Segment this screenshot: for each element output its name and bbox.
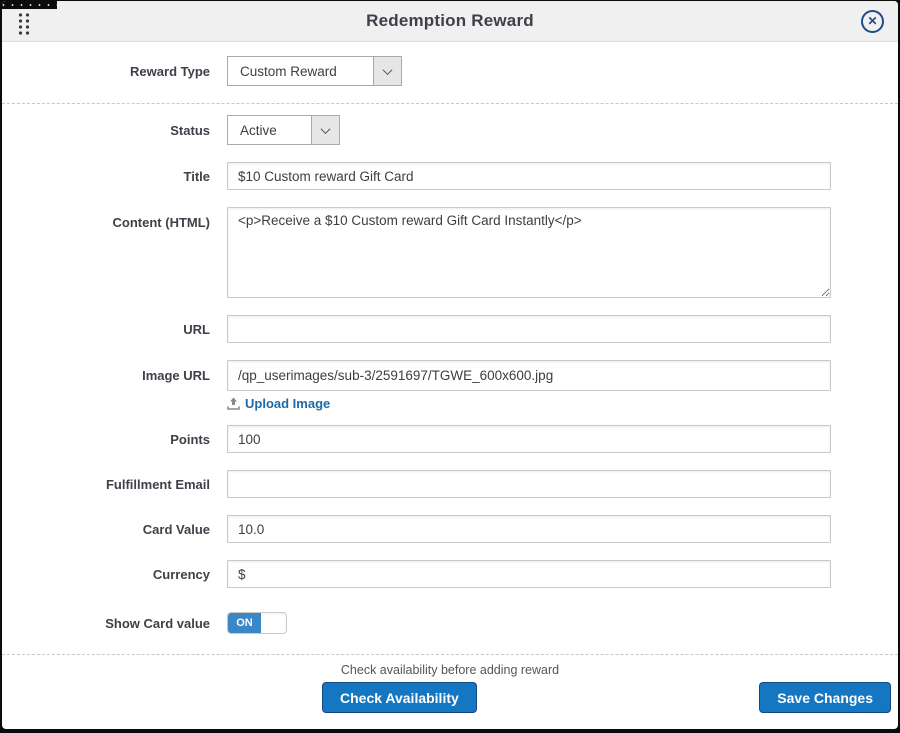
modal-footer: Check availability before adding reward … [2, 654, 898, 726]
title-input[interactable] [227, 162, 831, 190]
fulfillment-email-input[interactable] [227, 470, 831, 498]
status-label: Status [2, 123, 210, 138]
chevron-down-icon [311, 116, 339, 144]
currency-input[interactable] [227, 560, 831, 588]
content-html-label: Content (HTML) [2, 215, 210, 230]
chevron-down-icon [373, 57, 401, 85]
modal-title: Redemption Reward [366, 11, 534, 31]
card-value-input[interactable] [227, 515, 831, 543]
status-select[interactable]: Active [227, 115, 340, 145]
currency-label: Currency [2, 567, 210, 582]
points-row: Points [2, 425, 898, 453]
modal-body: Reward Type Custom Reward Status Active … [2, 42, 898, 634]
reward-type-label: Reward Type [2, 64, 210, 79]
reward-type-value: Custom Reward [228, 57, 373, 85]
image-url-row: Image URL [2, 360, 898, 391]
upload-image-row: Upload Image [227, 396, 898, 411]
show-card-value-label: Show Card value [2, 616, 210, 631]
upload-image-link[interactable]: Upload Image [245, 396, 330, 411]
reward-type-select[interactable]: Custom Reward [227, 56, 402, 86]
points-input[interactable] [227, 425, 831, 453]
fulfillment-email-label: Fulfillment Email [2, 477, 210, 492]
section-divider-top [2, 103, 898, 104]
footer-note: Check availability before adding reward [2, 663, 898, 677]
points-label: Points [2, 432, 210, 447]
drag-handle-icon[interactable] [17, 12, 30, 35]
modal-header: Redemption Reward ✕ [2, 1, 898, 42]
content-html-textarea[interactable]: <p>Receive a $10 Custom reward Gift Card… [227, 207, 831, 298]
check-availability-button[interactable]: Check Availability [322, 682, 477, 713]
close-icon[interactable]: ✕ [861, 10, 884, 33]
toggle-on-state: ON [228, 613, 261, 633]
redemption-reward-modal: Redemption Reward ✕ Reward Type Custom R… [2, 1, 898, 729]
currency-row: Currency [2, 560, 898, 588]
upload-icon [227, 397, 240, 410]
url-input[interactable] [227, 315, 831, 343]
backdrop-notch [2, 1, 57, 9]
status-value: Active [228, 116, 311, 144]
show-card-value-toggle[interactable]: ON [227, 612, 287, 634]
reward-type-row: Reward Type Custom Reward [2, 56, 898, 86]
save-changes-button[interactable]: Save Changes [759, 682, 891, 713]
url-label: URL [2, 322, 210, 337]
fulfillment-email-row: Fulfillment Email [2, 470, 898, 498]
content-html-row: Content (HTML) <p>Receive a $10 Custom r… [2, 207, 898, 298]
title-label: Title [2, 169, 210, 184]
card-value-label: Card Value [2, 522, 210, 537]
card-value-row: Card Value [2, 515, 898, 543]
title-row: Title [2, 162, 898, 190]
show-card-value-row: Show Card value ON [2, 612, 898, 634]
image-url-label: Image URL [2, 368, 210, 383]
image-url-input[interactable] [227, 360, 831, 391]
url-row: URL [2, 315, 898, 343]
status-row: Status Active [2, 115, 898, 145]
